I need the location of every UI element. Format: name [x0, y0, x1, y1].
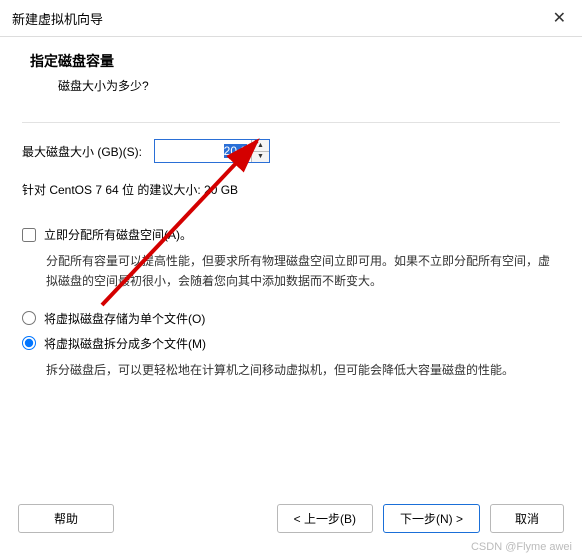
spinner-up-icon[interactable]: ▲ — [252, 140, 269, 152]
wizard-header: 指定磁盘容量 磁盘大小为多少? — [0, 37, 582, 104]
allocate-label: 立即分配所有磁盘空间(A)。 — [44, 226, 192, 243]
split-single-radio[interactable] — [22, 311, 36, 325]
titlebar: 新建虚拟机向导 ✕ — [0, 0, 582, 37]
max-disk-input[interactable] — [155, 140, 251, 162]
separator — [22, 122, 560, 123]
allocate-desc: 分配所有容量可以提高性能，但要求所有物理磁盘空间立即可用。如果不立即分配所有空间… — [46, 251, 560, 292]
allocate-checkbox[interactable] — [22, 228, 36, 242]
split-single-row[interactable]: 将虚拟磁盘存储为单个文件(O) — [22, 310, 560, 327]
split-radios: 将虚拟磁盘存储为单个文件(O) 将虚拟磁盘拆分成多个文件(M) 拆分磁盘后，可以… — [22, 310, 560, 380]
split-multi-label: 将虚拟磁盘拆分成多个文件(M) — [44, 335, 206, 352]
watermark: CSDN @Flyme awei — [471, 541, 572, 553]
max-disk-label: 最大磁盘大小 (GB)(S): — [22, 143, 142, 160]
help-button[interactable]: 帮助 — [18, 504, 114, 533]
next-button[interactable]: 下一步(N) > — [383, 504, 480, 533]
max-disk-row: 最大磁盘大小 (GB)(S): ▲ ▼ — [22, 139, 560, 163]
content: 最大磁盘大小 (GB)(S): ▲ ▼ 针对 CentOS 7 64 位 的建议… — [0, 104, 582, 380]
close-icon[interactable]: ✕ — [547, 8, 572, 28]
spinner-down-icon[interactable]: ▼ — [252, 152, 269, 163]
back-button[interactable]: < 上一步(B) — [277, 504, 373, 533]
recommend-text: 针对 CentOS 7 64 位 的建议大小: 20 GB — [22, 181, 560, 198]
page-subtitle: 磁盘大小为多少? — [58, 77, 562, 94]
split-multi-radio[interactable] — [22, 336, 36, 350]
split-multi-row[interactable]: 将虚拟磁盘拆分成多个文件(M) — [22, 335, 560, 352]
spinner-buttons: ▲ ▼ — [251, 140, 269, 162]
split-multi-desc: 拆分磁盘后，可以更轻松地在计算机之间移动虚拟机，但可能会降低大容量磁盘的性能。 — [46, 360, 560, 380]
cancel-button[interactable]: 取消 — [490, 504, 564, 533]
window-title: 新建虚拟机向导 — [12, 9, 103, 28]
footer: 帮助 < 上一步(B) 下一步(N) > 取消 — [0, 504, 582, 533]
split-single-label: 将虚拟磁盘存储为单个文件(O) — [44, 310, 205, 327]
page-title: 指定磁盘容量 — [30, 51, 562, 71]
max-disk-spinner[interactable]: ▲ ▼ — [154, 139, 270, 163]
allocate-checkbox-row[interactable]: 立即分配所有磁盘空间(A)。 — [22, 226, 560, 243]
